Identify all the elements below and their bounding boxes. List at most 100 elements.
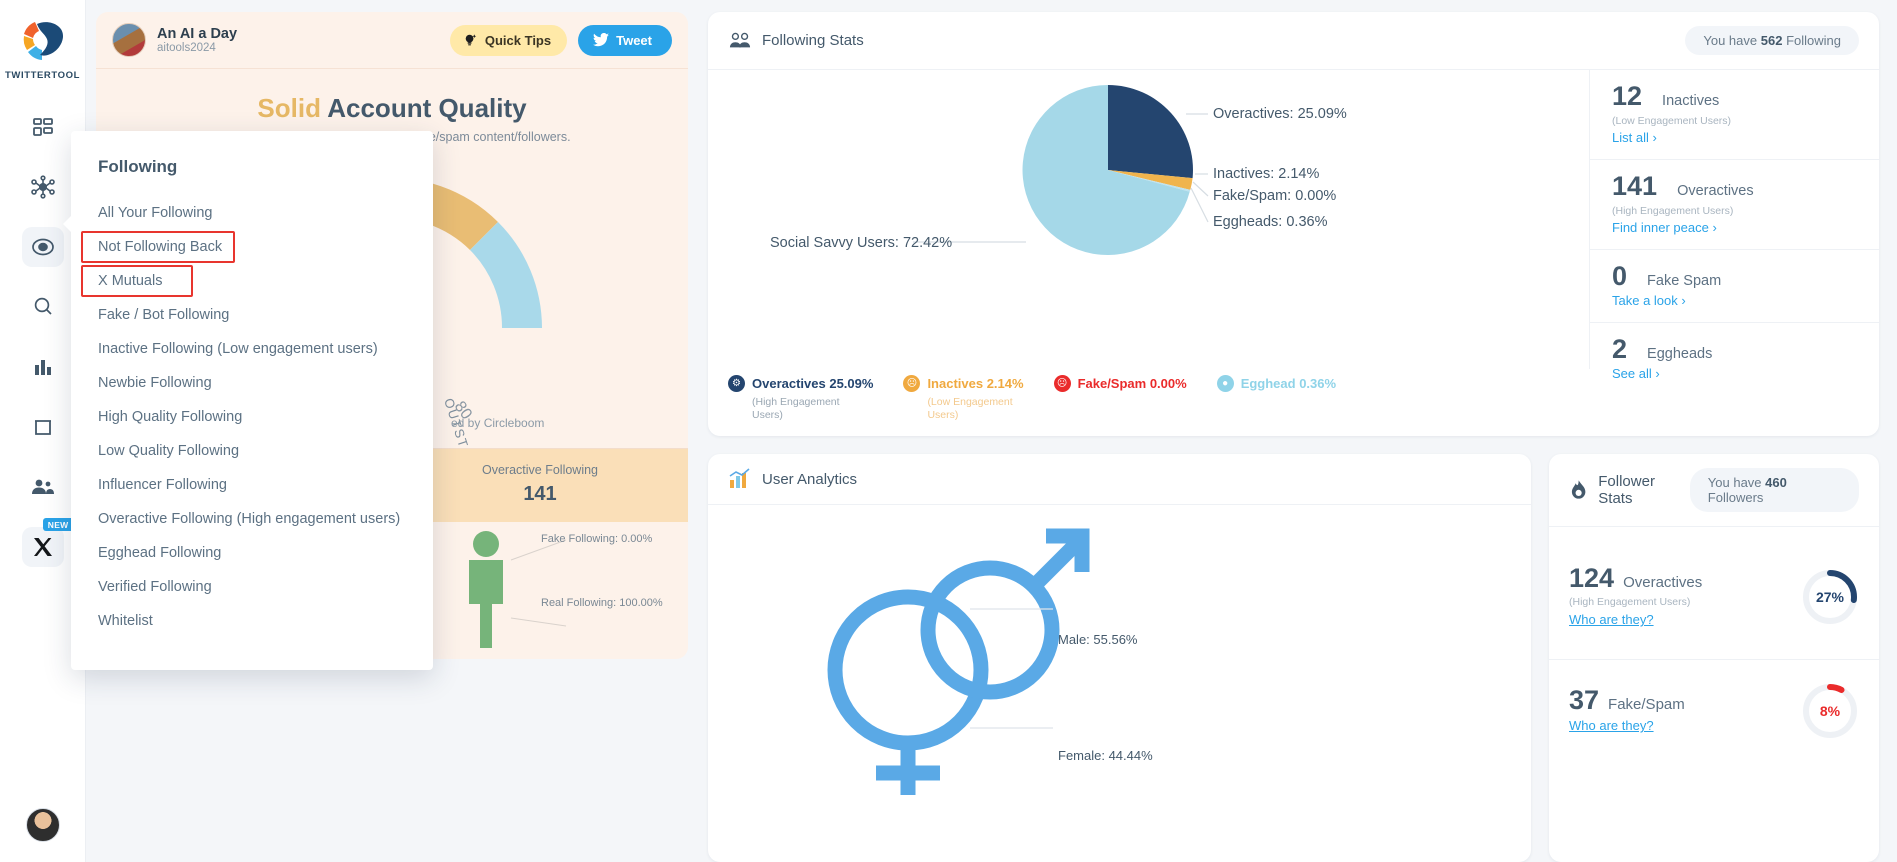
side-link-list-all[interactable]: List all › (1612, 130, 1657, 145)
sidebar-item-x[interactable]: NEW (21, 518, 74, 567)
side-row-inactives: 12 Inactives (Low Engagement Users) List… (1590, 70, 1879, 160)
dropdown-item-all-your-following[interactable]: All Your Following (71, 196, 433, 230)
stats-column: Following Stats You have 562 Following O… (708, 12, 1879, 862)
profile-handle: aitools2024 (157, 42, 216, 55)
side-link-take-a-look[interactable]: Take a look › (1612, 293, 1686, 308)
people-group-icon (729, 32, 751, 47)
angry-face-icon: ☹ (1053, 375, 1071, 392)
following-pie-svg: Overactives: 25.09% Inactives: 2.14% Fak… (770, 84, 1347, 255)
brain-icon: ⚙ (728, 375, 745, 392)
dropdown-item-inactive-following[interactable]: Inactive Following (Low engagement users… (71, 332, 433, 366)
quality-title-accent: Solid (257, 93, 321, 123)
metric-value: 141 (523, 483, 557, 505)
pie-label-overactives: Overactives: 25.09% (1213, 106, 1347, 122)
dropdown-item-influencer-following[interactable]: Influencer Following (71, 468, 433, 502)
app-logo[interactable]: TWITTERTOOL (5, 14, 80, 81)
ring-fake-spam: 8% (1801, 682, 1859, 740)
following-stats-header: Following Stats You have 562 Following (708, 12, 1879, 70)
follower-number: 124 (1569, 563, 1615, 594)
following-stats-card: Following Stats You have 562 Following O… (708, 12, 1879, 437)
dropdown-item-egghead-following[interactable]: Egghead Following (71, 536, 433, 570)
label-male-pct: Male: 55.56% (1058, 632, 1138, 648)
dropdown-item-x-mutuals[interactable]: X Mutuals (71, 264, 433, 298)
legend-item-fake-spam: ☹ Fake/Spam 0.00% (1053, 375, 1187, 422)
user-avatar[interactable] (25, 808, 60, 842)
follower-count-badge: You have 460 Followers (1689, 468, 1859, 513)
quality-title-rest: Account Quality (327, 93, 527, 123)
dropdown-list: All Your Following Not Following Back X … (71, 196, 433, 638)
side-name: Eggheads (1647, 346, 1713, 362)
ring-overactives: 27% (1801, 568, 1859, 626)
dropdown-item-low-quality-following[interactable]: Low Quality Following (71, 434, 433, 468)
bar-chart-icon (34, 360, 51, 375)
side-row-fake-spam: 0 Fake Spam Take a look › (1590, 250, 1879, 323)
quick-tips-label: Quick Tips (484, 32, 552, 48)
dropdown-item-verified-following[interactable]: Verified Following (71, 570, 433, 604)
sad-face-icon: ☹ (903, 375, 921, 392)
profile-avatar (112, 23, 146, 57)
dropdown-item-newbie-following[interactable]: Newbie Following (71, 366, 433, 400)
follower-name: Fake/Spam (1608, 696, 1685, 714)
legend-title: Egghead 0.36% (1240, 376, 1337, 391)
analytics-chart-icon (729, 468, 750, 489)
side-link-see-all[interactable]: See all › (1612, 366, 1660, 381)
sidebar-item-analytics[interactable] (22, 347, 64, 387)
sidebar-item-users[interactable] (22, 467, 64, 507)
sidebar-item-dashboard[interactable] (22, 107, 64, 147)
legend-title: Fake/Spam 0.00% (1077, 376, 1187, 391)
dropdown-caret-icon (63, 215, 72, 233)
side-name: Inactives (1662, 93, 1720, 109)
side-number: 2 (1612, 334, 1628, 364)
search-icon (34, 297, 52, 315)
side-number: 12 (1612, 81, 1643, 111)
sidebar-item-search[interactable] (22, 287, 64, 327)
following-count-badge: You have 562 Following (1685, 26, 1859, 55)
profile-name: An AI a Day (157, 25, 238, 42)
twitter-bird-icon (593, 33, 610, 47)
legend-sub: (High Engagement Users) (752, 396, 840, 422)
dropdown-item-not-following-back[interactable]: Not Following Back (71, 230, 433, 264)
follower-note: (High Engagement Users) (1569, 596, 1691, 609)
quick-tips-button[interactable]: Quick Tips (449, 24, 568, 56)
side-number: 0 (1612, 261, 1628, 291)
new-badge: NEW (42, 518, 74, 531)
side-note: (Low Engagement Users) (1612, 115, 1732, 127)
user-analytics-title: User Analytics (762, 470, 858, 488)
dropdown-item-overactive-following[interactable]: Overactive Following (High engagement us… (71, 502, 433, 536)
label-fake-following-pct: Fake Following: 0.00% (541, 533, 653, 545)
following-stats-body: Overactives: 25.09% Inactives: 2.14% Fak… (708, 70, 1879, 381)
pie-label-eggheads: Eggheads: 0.36% (1213, 214, 1328, 230)
pie-label-inactives: Inactives: 2.14% (1213, 166, 1319, 182)
ring-value: 27% (1815, 589, 1845, 606)
label-real-following-pct: Real Following: 100.00% (541, 597, 663, 609)
legend-sub: (Low Engagement Users) (927, 396, 1013, 422)
header-actions: Quick Tips Tweet (449, 24, 672, 56)
x-logo-icon (33, 538, 52, 556)
following-dropdown: Following All Your Following Not Followi… (71, 131, 433, 670)
people-icon (31, 479, 54, 494)
metric-overactive-following: Overactive Following 141 (392, 449, 688, 522)
follower-link-who-are-they[interactable]: Who are they? (1569, 718, 1654, 733)
dropdown-item-fake-bot-following[interactable]: Fake / Bot Following (71, 298, 433, 332)
follower-row-overactives: 124 Overactives (High Engagement Users) … (1549, 527, 1879, 661)
badge-prefix: You have (1707, 475, 1762, 491)
follower-link-who-are-they[interactable]: Who are they? (1569, 612, 1654, 627)
box-icon (34, 420, 51, 435)
target-icon (31, 238, 54, 256)
sidebar-item-circle[interactable] (21, 227, 64, 267)
ring-value: 8% (1819, 703, 1841, 720)
follower-stats-card: Follower Stats You have 460 Followers 12… (1549, 454, 1879, 862)
sidebar-item-archive[interactable] (22, 407, 64, 447)
brand-name: TWITTERTOOL (4, 70, 81, 81)
side-link-find-inner-peace[interactable]: Find inner peace › (1612, 220, 1717, 235)
pie-label-fakespam: Fake/Spam: 0.00% (1213, 188, 1336, 204)
side-row-overactives: 141 Overactives (High Engagement Users) … (1590, 160, 1879, 250)
dropdown-item-high-quality-following[interactable]: High Quality Following (71, 400, 433, 434)
follower-number: 37 (1569, 685, 1600, 716)
tweet-button[interactable]: Tweet (578, 24, 672, 56)
bottom-row: User Analytics Male: 55.56% Female: 44.4… (708, 454, 1879, 862)
tweet-label: Tweet (616, 32, 652, 48)
egg-icon: ● (1216, 375, 1234, 392)
sidebar-item-network[interactable] (22, 167, 64, 207)
dropdown-item-whitelist[interactable]: Whitelist (71, 604, 433, 638)
